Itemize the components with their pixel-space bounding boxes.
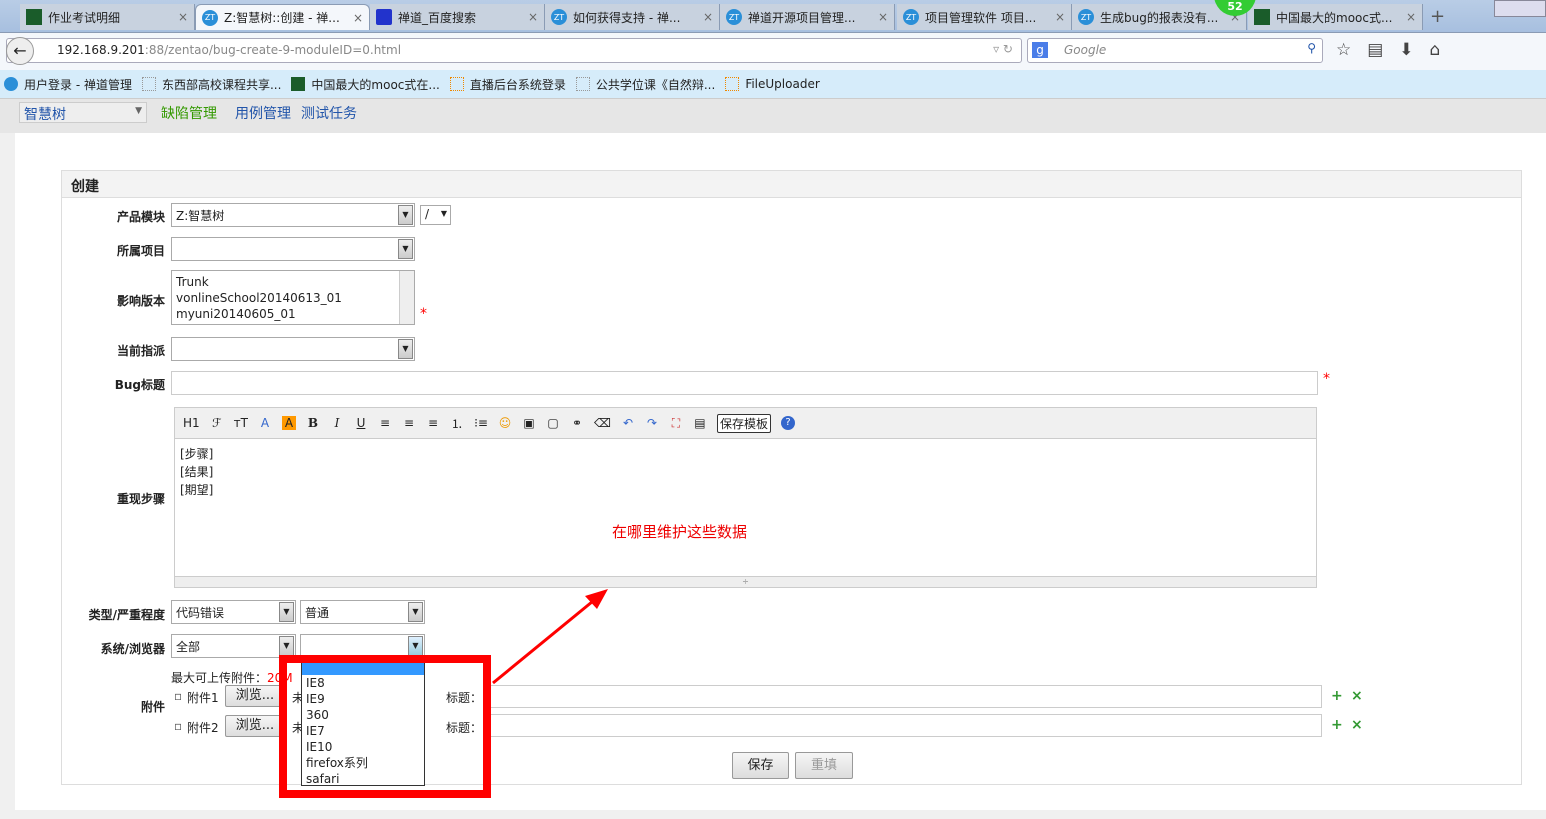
annotation-arrow bbox=[492, 589, 608, 685]
